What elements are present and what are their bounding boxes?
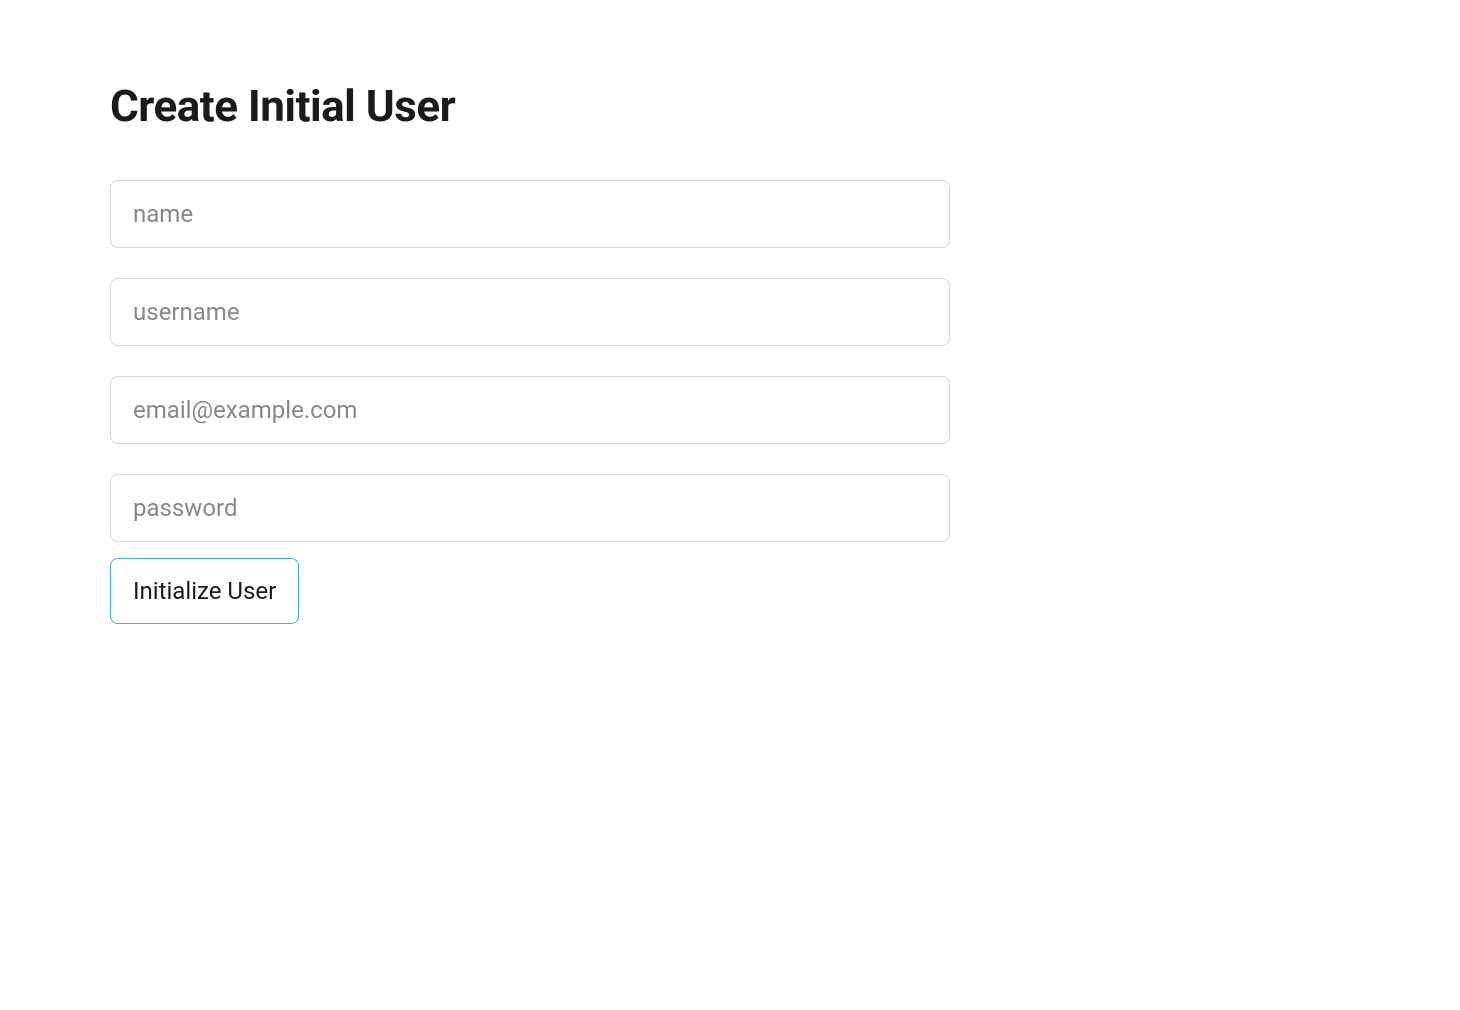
name-field[interactable] — [110, 180, 950, 248]
username-field[interactable] — [110, 278, 950, 346]
create-user-form: Create Initial User Initialize User — [110, 80, 950, 624]
email-field[interactable] — [110, 376, 950, 444]
page-title: Create Initial User — [110, 80, 950, 132]
initialize-user-button[interactable]: Initialize User — [110, 558, 299, 624]
password-field[interactable] — [110, 474, 950, 542]
